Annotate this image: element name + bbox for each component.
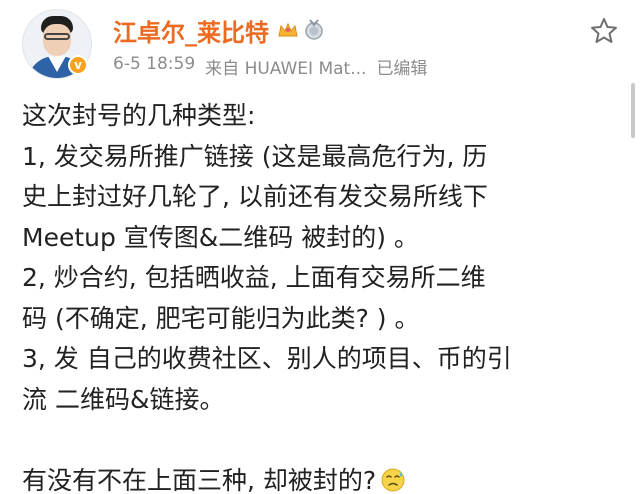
post-line-7: 3, 发 自己的收费社区、别人的项目、币的引 (22, 344, 512, 373)
star-outline-icon[interactable] (589, 16, 619, 46)
post-source[interactable]: 来自 HUAWEI Mat... (205, 54, 366, 79)
post-line-9: 有没有不在上面三种, 却被封的? (22, 465, 377, 494)
sweat-emoji-icon (381, 468, 405, 491)
post-line-9-wrapper: 有没有不在上面三种, 却被封的? (22, 461, 622, 494)
weibo-post: v 江卓尔_莱比特 6-5 18:59 来自 HUAWEI Mat... 已编辑… (0, 0, 641, 494)
avatar-glasses (44, 33, 70, 40)
avatar-face (43, 24, 71, 56)
scrollbar-thumb[interactable] (631, 83, 635, 138)
post-line-4: Meetup 宣传图&二维码 被封的) 。 (22, 222, 419, 252)
post-line-3: 史上封过好几轮了, 以前还有发交易所线下 (22, 182, 488, 211)
username-row: 江卓尔_莱比特 (113, 13, 325, 48)
post-header: v 江卓尔_莱比特 6-5 18:59 来自 HUAWEI Mat... 已编辑 (0, 0, 641, 90)
edited-label[interactable]: 已编辑 (376, 54, 427, 79)
verified-badge-icon: v (68, 55, 88, 75)
crown-badge-icon (278, 22, 298, 37)
author-name[interactable]: 江卓尔_莱比特 (113, 13, 269, 48)
medal-badge-icon (305, 19, 323, 40)
post-meta: 6-5 18:59 来自 HUAWEI Mat... 已编辑 (113, 54, 427, 79)
post-body: 这次封号的几种类型: 1, 发交易所推广链接 (这是最高危行为, 历 史上封过好… (22, 96, 622, 494)
post-time: 6-5 18:59 (113, 54, 196, 74)
post-line-5: 2, 炒合约, 包括晒收益, 上面有交易所二维 (22, 263, 486, 292)
post-line-6: 码 (不确定, 肥宅可能归为此类? ) 。 (22, 303, 420, 333)
post-line-8: 流 二维码&链接。 (22, 384, 225, 414)
post-line-1: 这次封号的几种类型: (22, 101, 256, 130)
post-line-2: 1, 发交易所推广链接 (这是最高危行为, 历 (22, 141, 488, 171)
